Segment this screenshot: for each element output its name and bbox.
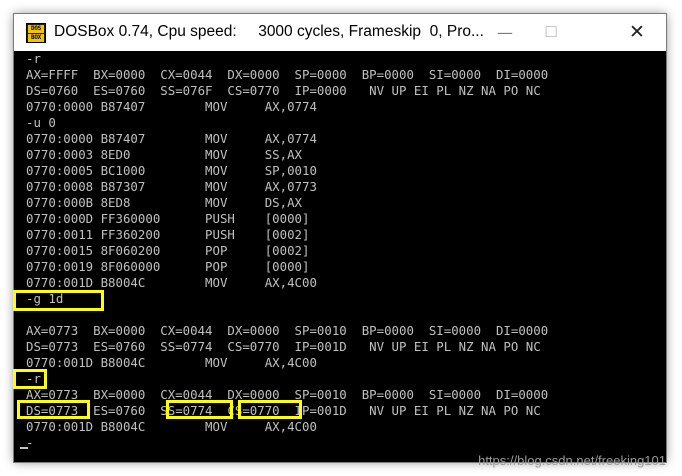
window-title: DOSBox 0.74, Cpu speed: 3000 cycles, Fra… <box>54 23 484 40</box>
terminal-line: 0770:0008 B87307 MOV AX,0773 <box>26 179 317 194</box>
terminal-line: -u 0 <box>26 115 56 130</box>
dosbox-window: DOS BOX DOSBox 0.74, Cpu speed: 3000 cyc… <box>13 13 667 463</box>
maximize-button[interactable]: ☐ <box>528 14 574 51</box>
terminal-line: 0770:0003 8ED0 MOV SS,AX <box>26 147 303 162</box>
highlight-box-cs <box>238 400 302 419</box>
terminal-line: AX=FFFF BX=0000 CX=0044 DX=0000 SP=0000 … <box>26 67 549 82</box>
terminal-line: DS=0773 ES=0760 SS=0774 CS=0770 IP=001D … <box>26 339 541 354</box>
terminal-line: DS=0760 ES=0760 SS=076F CS=0770 IP=0000 … <box>26 83 541 98</box>
highlight-box-ss <box>166 400 233 419</box>
highlight-box-g-command <box>13 290 104 311</box>
terminal-line: -r <box>26 51 41 66</box>
terminal-line: 0770:0005 BC1000 MOV SP,0010 <box>26 163 317 178</box>
watermark: https://blog.csdn.net/freeking101 <box>478 453 666 468</box>
terminal-line: 0770:0015 8F060200 POP [0002] <box>26 243 310 258</box>
terminal-line: 0770:0019 8F060000 POP [0000] <box>26 259 310 274</box>
terminal-line: 0770:0000 B87407 MOV AX,0774 <box>26 99 317 114</box>
icon-label-bottom: BOX <box>28 34 44 42</box>
close-icon: ✕ <box>629 21 645 43</box>
close-button[interactable]: ✕ <box>614 14 660 51</box>
dos-terminal[interactable]: -r AX=FFFF BX=0000 CX=0044 DX=0000 SP=00… <box>14 51 666 462</box>
terminal-line: 0770:0000 B87407 MOV AX,0774 <box>26 131 317 146</box>
minimize-icon: — <box>497 23 513 42</box>
highlight-box-ds <box>17 400 90 419</box>
terminal-line: 0770:001D B8004C MOV AX,4C00 <box>26 355 317 370</box>
highlight-box-r-command <box>13 369 47 389</box>
terminal-line: 0770:000B 8ED8 MOV DS,AX <box>26 195 303 210</box>
icon-label-top: DOS <box>28 25 44 33</box>
minimize-button[interactable]: — <box>482 14 528 51</box>
terminal-line: AX=0773 BX=0000 CX=0044 DX=0000 SP=0010 … <box>26 323 549 338</box>
title-bar[interactable]: DOS BOX DOSBox 0.74, Cpu speed: 3000 cyc… <box>14 14 666 51</box>
terminal-line: 0770:001D B8004C MOV AX,4C00 <box>26 275 317 290</box>
terminal-line: 0770:001D B8004C MOV AX,4C00 <box>26 419 317 434</box>
text-cursor <box>20 447 28 449</box>
dosbox-app-icon[interactable]: DOS BOX <box>26 23 46 43</box>
maximize-icon: ☐ <box>544 23 558 41</box>
terminal-line: 0770:0011 FF360200 PUSH [0002] <box>26 227 310 242</box>
terminal-line: 0770:000D FF360000 PUSH [0000] <box>26 211 310 226</box>
